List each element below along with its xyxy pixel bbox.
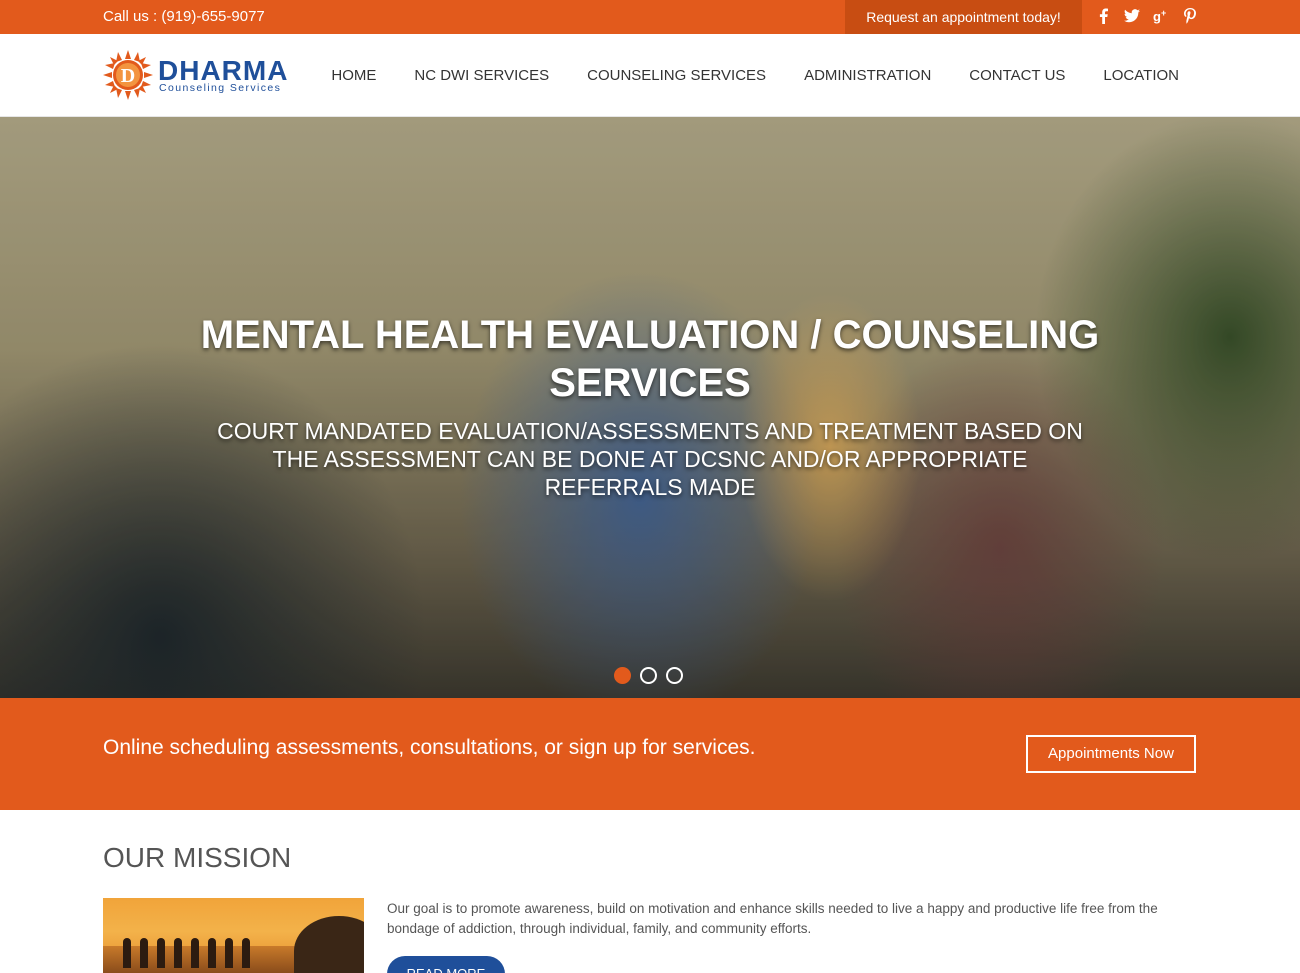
nav-nc-dwi-services[interactable]: NC DWI SERVICES (414, 67, 549, 84)
read-more-button[interactable]: READ MORE (387, 956, 505, 973)
svg-text:g: g (1153, 9, 1161, 24)
appointments-now-button[interactable]: Appointments Now (1026, 735, 1196, 773)
cta-text: Online scheduling assessments, consultat… (103, 736, 756, 759)
slider-dot-1[interactable] (614, 667, 631, 684)
phone-number[interactable]: Call us : (919)-655-9077 (103, 8, 265, 25)
mission-text: Our goal is to promote awareness, build … (387, 901, 1158, 936)
mission-image-people (123, 938, 250, 968)
svg-text:+: + (1161, 8, 1166, 18)
logo-subtitle: Counseling Services (159, 82, 282, 94)
mission-heading: OUR MISSION (103, 842, 292, 873)
facebook-icon[interactable] (1095, 7, 1111, 25)
mission-image (103, 898, 364, 973)
sun-logo-icon: D (103, 50, 153, 100)
site-header: D DHARMA Counseling Services HOME NC DWI… (0, 34, 1300, 117)
nav-contact-us[interactable]: CONTACT US (969, 67, 1065, 84)
nav-administration[interactable]: ADMINISTRATION (804, 67, 931, 84)
svg-text:D: D (121, 65, 135, 87)
social-links: g + (1095, 7, 1198, 25)
request-appointment-button[interactable]: Request an appointment today! (845, 0, 1082, 34)
hero-slider: MENTAL HEALTH EVALUATION / COUNSELING SE… (0, 117, 1300, 698)
hero-subtitle: COURT MANDATED EVALUATION/ASSESSMENTS AN… (217, 418, 1083, 500)
mission-image-hill (294, 916, 364, 973)
hero-title: MENTAL HEALTH EVALUATION / COUNSELING SE… (200, 313, 1100, 405)
nav-home[interactable]: HOME (331, 67, 376, 84)
logo[interactable]: D DHARMA Counseling Services (103, 49, 303, 101)
cta-band: Online scheduling assessments, consultat… (0, 698, 1300, 810)
slider-dots (614, 667, 683, 684)
pinterest-icon[interactable] (1182, 7, 1198, 25)
hero-photo-overlay (0, 117, 1300, 698)
nav-counseling-services[interactable]: COUNSELING SERVICES (587, 67, 766, 84)
google-plus-icon[interactable]: g + (1153, 7, 1169, 25)
main-nav: HOME NC DWI SERVICES COUNSELING SERVICES… (331, 34, 1179, 117)
slider-dot-2[interactable] (640, 667, 657, 684)
twitter-icon[interactable] (1124, 7, 1140, 25)
slider-dot-3[interactable] (666, 667, 683, 684)
top-bar: Call us : (919)-655-9077 Request an appo… (0, 0, 1300, 34)
nav-location[interactable]: LOCATION (1103, 67, 1179, 84)
